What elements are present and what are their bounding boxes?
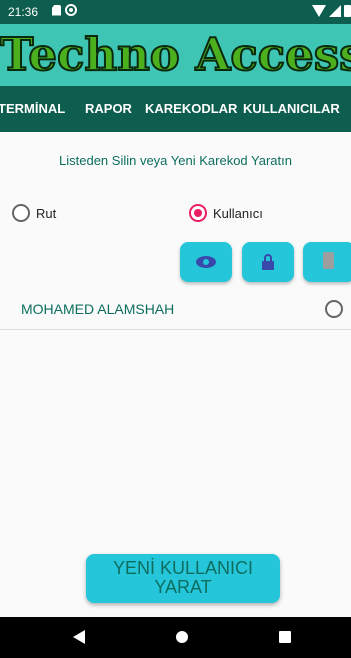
recent-apps-icon[interactable] xyxy=(279,631,291,643)
status-notification-icons xyxy=(52,4,77,16)
radio-rut[interactable]: Rut xyxy=(12,204,56,222)
app-logo: Techno Access xyxy=(0,27,351,82)
sd-card-icon xyxy=(52,4,61,16)
tab-label: TERMİNAL xyxy=(0,101,66,116)
cast-icon xyxy=(65,4,77,16)
tab-label: KULLANICILAR xyxy=(243,101,340,116)
instruction-text: Listeden Silin veya Yeni Karekod Yaratın xyxy=(59,153,292,168)
tab-terminal[interactable]: TERMİNAL xyxy=(0,86,65,132)
tab-bar: TERMİNAL RAPOR KAREKODLAR KULLANICILAR xyxy=(0,86,351,132)
lock-icon xyxy=(262,254,274,270)
button-label-line2: YARAT xyxy=(154,577,212,597)
create-new-user-button[interactable]: YENİ KULLANICI YARAT xyxy=(86,554,280,603)
radio-label: Rut xyxy=(36,205,57,221)
lock-button[interactable] xyxy=(242,242,294,282)
tab-label: KAREKODLAR xyxy=(145,101,238,116)
radio-button-checked[interactable] xyxy=(189,204,207,222)
app-header: Techno Access xyxy=(0,24,351,86)
signal-icon xyxy=(329,5,341,17)
wifi-icon xyxy=(312,5,326,17)
status-bar: 21:36 xyxy=(0,0,351,24)
eye-icon xyxy=(196,256,216,268)
list-item-name: MOHAMED ALAMSHAH xyxy=(21,301,175,317)
home-icon[interactable] xyxy=(176,631,188,643)
tab-kullanicilar[interactable]: KULLANICILAR xyxy=(243,86,340,132)
trash-icon xyxy=(323,252,334,269)
radio-button-unchecked[interactable] xyxy=(12,204,30,222)
view-button[interactable] xyxy=(180,242,232,282)
tab-label: RAPOR xyxy=(85,101,132,116)
back-icon[interactable] xyxy=(73,630,85,644)
tab-karekodlar[interactable]: KAREKODLAR xyxy=(145,86,237,132)
battery-icon xyxy=(344,5,351,17)
delete-button[interactable] xyxy=(303,242,351,282)
list-item[interactable]: MOHAMED ALAMSHAH xyxy=(0,288,351,330)
status-system-icons xyxy=(312,5,351,17)
list-item-radio[interactable] xyxy=(325,300,343,318)
radio-label: Kullanıcı xyxy=(213,205,263,221)
button-label-line1: YENİ KULLANICI xyxy=(112,558,254,578)
navigation-bar xyxy=(0,617,351,658)
tab-rapor[interactable]: RAPOR xyxy=(85,86,132,132)
radio-kullanici[interactable]: Kullanıcı xyxy=(189,204,263,222)
status-time: 21:36 xyxy=(8,5,39,19)
